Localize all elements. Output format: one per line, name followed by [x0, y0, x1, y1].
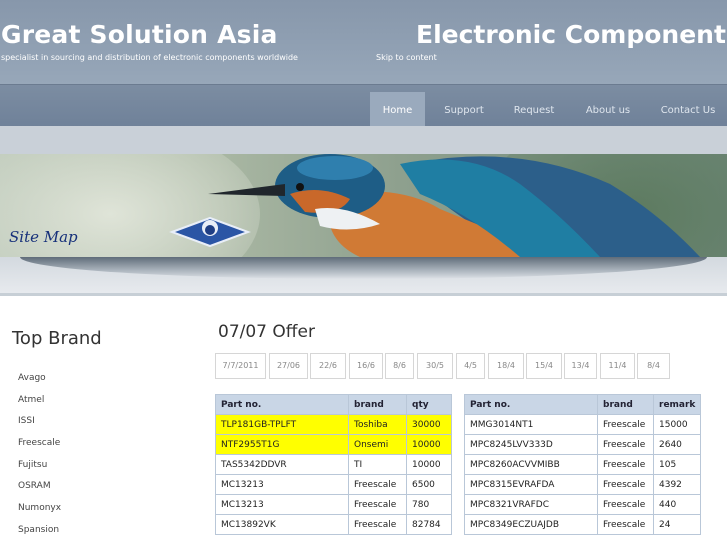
brand-link[interactable]: Avago: [18, 372, 61, 394]
header-right-title: Electronic Components: [416, 20, 727, 49]
date-tab[interactable]: 7/7/2011: [215, 353, 266, 379]
date-tab[interactable]: 11/4: [600, 353, 635, 379]
table-row: MPC8260ACVVMIBB Freescale 105: [464, 454, 702, 475]
nav-underlay: [0, 126, 727, 154]
part-number-cell: MPC8349ECZUAJDB: [464, 514, 598, 535]
kingfisher-bird-image: [169, 154, 700, 257]
brand-cell: Freescale: [597, 434, 654, 455]
qty-cell: 10000: [406, 454, 452, 475]
brand-cell: Onsemi: [348, 434, 407, 455]
part-number-cell: TAS5342DDVR: [215, 454, 349, 475]
brand-link[interactable]: Fujitsu: [18, 459, 61, 481]
date-tab[interactable]: 16/6: [349, 353, 383, 379]
date-tab[interactable]: 22/6: [310, 353, 346, 379]
qty-cell: 10000: [406, 434, 452, 455]
date-tab[interactable]: 30/5: [417, 353, 453, 379]
table-row: NTF2955T1G Onsemi 10000: [215, 434, 452, 455]
part-number-cell: MC13213: [215, 474, 349, 495]
qty-cell: 82784: [406, 514, 452, 535]
qty-cell: 780: [406, 494, 452, 515]
date-tab[interactable]: 18/4: [488, 353, 524, 379]
brand-cell: Freescale: [348, 474, 407, 495]
column-header: Part no.: [215, 394, 349, 415]
site-title[interactable]: Great Solution Asia: [1, 20, 278, 49]
qty-cell: 30000: [406, 414, 452, 435]
table-row: TLP181GB-TPLFT Toshiba 30000: [215, 414, 452, 435]
table-row: MPC8321VRAFDC Freescale 440: [464, 494, 702, 515]
table-row: MMG3014NT1 Freescale 15000: [464, 414, 702, 435]
brand-link[interactable]: Atmel: [18, 394, 61, 416]
part-number-cell: MPC8315EVRAFDA: [464, 474, 598, 495]
part-number-cell: MPC8260ACVVMIBB: [464, 454, 598, 475]
part-number-cell: MC13213: [215, 494, 349, 515]
brand-cell: Freescale: [597, 494, 654, 515]
banner-shadow: [0, 257, 727, 293]
part-number-cell: MPC8245LVV333D: [464, 434, 598, 455]
remark-cell: 24: [652, 514, 702, 535]
main-nav: Home Support Request About us Contact Us: [0, 84, 727, 132]
brand-link[interactable]: ISSI: [18, 415, 61, 437]
part-number-cell: MC13892VK: [215, 514, 349, 535]
column-header: brand: [597, 394, 654, 415]
table-row: MC13892VK Freescale 82784: [215, 514, 452, 535]
part-number-cell: MMG3014NT1: [464, 414, 598, 435]
sidebar-title: Top Brand: [12, 328, 102, 349]
skip-to-content-link[interactable]: Skip to content: [376, 53, 437, 62]
column-header: remark: [652, 394, 702, 415]
remark-cell: 2640: [652, 434, 702, 455]
part-number-cell: MPC8321VRAFDC: [464, 494, 598, 515]
column-header: Part no.: [464, 394, 598, 415]
site-header: Great Solution Asia specialist in sourci…: [0, 0, 727, 84]
offer-table-left: Part no. brand qty TLP181GB-TPLFT Toshib…: [215, 394, 452, 535]
divider: [0, 293, 727, 296]
table-header-row: Part no. brand qty: [215, 394, 452, 415]
remark-cell: 440: [652, 494, 702, 515]
date-tab[interactable]: 8/4: [637, 353, 670, 379]
brand-cell: Freescale: [597, 454, 654, 475]
table-header-row: Part no. brand remark: [464, 394, 702, 415]
brand-cell: TI: [348, 454, 407, 475]
part-number-cell: NTF2955T1G: [215, 434, 349, 455]
brand-link[interactable]: OSRAM: [18, 480, 61, 502]
brand-cell: Freescale: [348, 514, 407, 535]
brand-link[interactable]: Spansion: [18, 524, 61, 546]
site-map-link[interactable]: Site Map: [9, 228, 78, 246]
date-tab[interactable]: 8/6: [385, 353, 414, 379]
offer-table-right: Part no. brand remark MMG3014NT1 Freesca…: [464, 394, 702, 535]
banner: Site Map: [0, 154, 727, 257]
offer-title: 07/07 Offer: [218, 322, 315, 342]
table-row: MPC8245LVV333D Freescale 2640: [464, 434, 702, 455]
brand-cell: Freescale: [348, 494, 407, 515]
table-row: MC13213 Freescale 780: [215, 494, 452, 515]
brand-cell: Freescale: [597, 414, 654, 435]
brand-cell: Freescale: [597, 474, 654, 495]
brand-cell: Freescale: [597, 514, 654, 535]
date-tab[interactable]: 15/4: [526, 353, 562, 379]
brand-list: Avago Atmel ISSI Freescale Fujitsu OSRAM…: [18, 372, 61, 546]
remark-cell: 4392: [652, 474, 702, 495]
date-tab[interactable]: 13/4: [564, 353, 597, 379]
brand-link[interactable]: Freescale: [18, 437, 61, 459]
qty-cell: 6500: [406, 474, 452, 495]
table-row: MPC8349ECZUAJDB Freescale 24: [464, 514, 702, 535]
date-tab[interactable]: 4/5: [456, 353, 485, 379]
date-tab[interactable]: 27/06: [269, 353, 308, 379]
table-row: MPC8315EVRAFDA Freescale 4392: [464, 474, 702, 495]
remark-cell: 105: [652, 454, 702, 475]
brand-link[interactable]: Numonyx: [18, 502, 61, 524]
column-header: qty: [406, 394, 452, 415]
table-row: TAS5342DDVR TI 10000: [215, 454, 452, 475]
brand-cell: Toshiba: [348, 414, 407, 435]
site-tagline: specialist in sourcing and distribution …: [1, 53, 298, 62]
column-header: brand: [348, 394, 407, 415]
remark-cell: 15000: [652, 414, 702, 435]
part-number-cell: TLP181GB-TPLFT: [215, 414, 349, 435]
table-row: MC13213 Freescale 6500: [215, 474, 452, 495]
